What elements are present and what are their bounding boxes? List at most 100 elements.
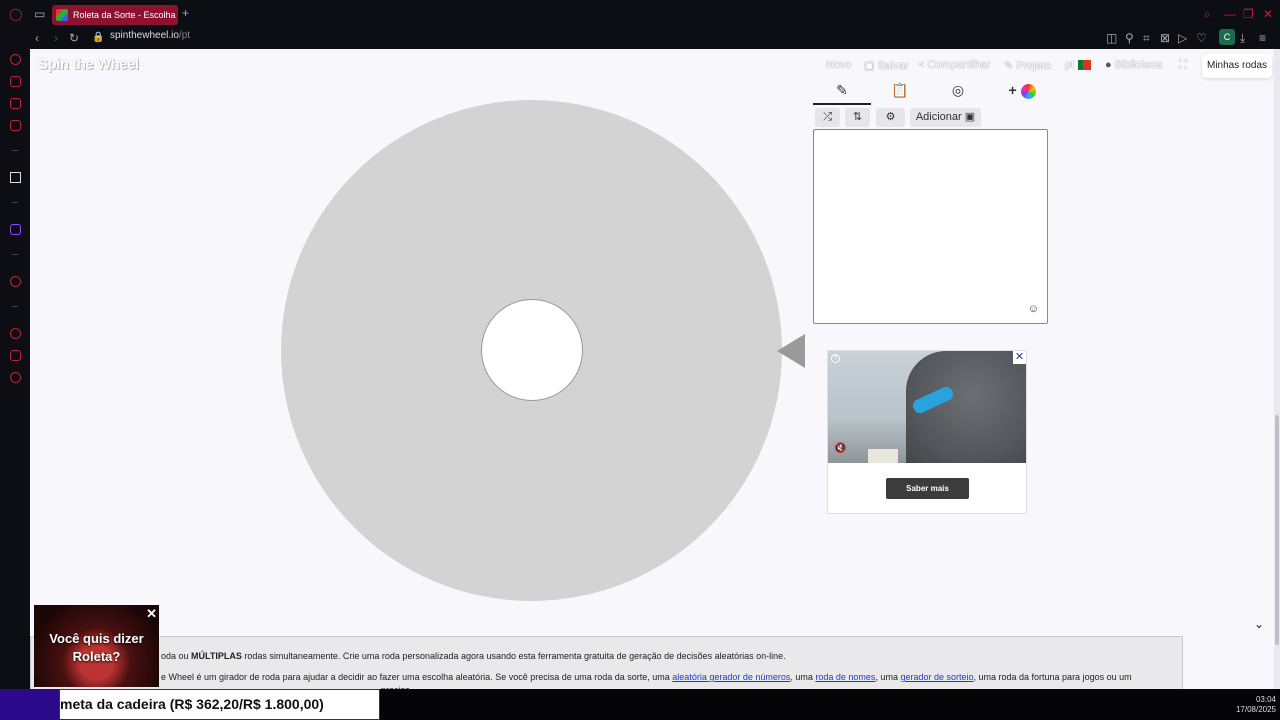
info-text: e Wheel é um girador de roda para ajudar… (161, 672, 673, 682)
tab-manager-icon[interactable]: ▭ (34, 7, 45, 21)
browser-tab-bar: ◯ ▭ Roleta da Sorte - Escolha + ⌕ — ❐ ✕ (0, 0, 1280, 28)
url-host: spinthewheel.io (110, 30, 179, 41)
wheel-center-button[interactable] (481, 299, 583, 401)
arc-icon[interactable] (10, 172, 21, 183)
new-tab-button[interactable]: + (182, 6, 189, 20)
portugal-flag-icon[interactable] (1078, 60, 1091, 70)
site-logo[interactable]: Spin the Wheel (38, 56, 139, 73)
search-icon[interactable]: ⌕ (1204, 7, 1211, 21)
page-scrollbar-thumb[interactable] (1275, 415, 1279, 645)
info-line-1: oda ou MÚLTIPLAS rodas simultaneamente. … (161, 651, 786, 661)
sidebar-toggle-icon[interactable]: ◫ (1106, 31, 1117, 45)
nav-language[interactable]: pt (1065, 59, 1074, 71)
nav-library[interactable]: ● Biblioteca (1105, 59, 1162, 71)
clipboard-icon: 📋 (891, 82, 909, 98)
gx-icon[interactable] (10, 120, 21, 131)
emoji-icon[interactable]: ☺ (1028, 303, 1039, 315)
plus-icon: + (1008, 82, 1017, 98)
sort-button[interactable]: ⇅ (845, 108, 870, 127)
heart-icon[interactable]: ♡ (1196, 31, 1207, 45)
reload-icon[interactable]: ↻ (69, 31, 79, 45)
speed-dial-icon[interactable] (10, 54, 21, 65)
eye-slash-icon: ◎ (951, 82, 965, 98)
tab-title: Roleta da Sorte - Escolha (73, 10, 176, 20)
extensions-icon[interactable] (10, 350, 21, 361)
snapshot-icon[interactable]: ⌗ (1143, 31, 1150, 45)
sidebar-divider (12, 150, 18, 151)
save-icon: ▣ (864, 60, 878, 72)
nav-new[interactable]: Novo (826, 59, 852, 71)
color-wheel-icon (1020, 83, 1036, 99)
ad-learn-more-button[interactable]: Saber mais (886, 478, 969, 499)
mute-icon[interactable]: 🔇 (834, 443, 846, 454)
play-icon[interactable]: ▷ (1178, 31, 1187, 45)
shuffle-button[interactable]: ⤮ (815, 108, 840, 127)
minimize-icon[interactable]: — (1224, 7, 1236, 21)
nav-project[interactable]: ✎ Projeto (1004, 59, 1051, 72)
promo-text-line-2: Roleta? (72, 649, 121, 664)
wheel-pointer (777, 334, 805, 368)
number-generator-link[interactable]: aleatória gerador de números (672, 672, 790, 682)
draw-generator-link[interactable]: gerador de sorteio (900, 672, 973, 682)
tab-hidden[interactable]: ◎ (929, 82, 987, 105)
promo-close-button[interactable]: ✕ (146, 606, 157, 622)
fullscreen-icon[interactable]: ⛶ (1179, 59, 1187, 72)
lock-icon: 🔒 (92, 32, 105, 43)
name-wheel-link[interactable]: roda de nomes (815, 672, 875, 682)
address-bar: ‹ › ↻ 🔒 ◫ ⚲ ⌗ ⊠ ▷ ♡ ⤓ ≡ (0, 28, 1280, 49)
url-text[interactable]: spinthewheel.io/pt (110, 30, 190, 41)
globe-icon: ● (1105, 59, 1115, 71)
nav-save-label: Salvar (877, 60, 909, 72)
nav-save[interactable]: ▣ Salvar (864, 59, 909, 72)
tab-edit[interactable]: ✎ (813, 82, 871, 105)
nav-share[interactable]: < Compartilhar (918, 59, 990, 71)
tab-results[interactable]: 📋 (871, 82, 929, 105)
settings-icon[interactable] (10, 372, 21, 383)
web-page: Spin the Wheel Novo ▣ Salvar < Compartil… (30, 49, 1274, 689)
info-line-2: e Wheel é um girador de roda para ajudar… (161, 672, 1132, 682)
sidebar-divider (12, 202, 18, 203)
ad-image[interactable]: ? 🔇 (828, 351, 1026, 463)
menu-icon[interactable]: ≡ (1259, 31, 1266, 45)
profile-avatar[interactable]: C (1219, 29, 1235, 45)
pencil-icon: ✎ (836, 82, 848, 98)
news-icon[interactable] (10, 98, 21, 109)
clock-time: 03:04 (1255, 695, 1276, 704)
player-icon[interactable] (10, 276, 21, 287)
forward-icon[interactable]: › (54, 31, 58, 45)
url-path: /pt (178, 30, 191, 41)
promo-overlay[interactable]: Você quis dizer Roleta? ✕ (34, 605, 159, 687)
tab-favicon-icon (56, 9, 68, 21)
info-text: , uma (875, 672, 901, 682)
maximize-icon[interactable]: ❐ (1243, 7, 1254, 21)
close-window-icon[interactable]: ✕ (1263, 7, 1273, 21)
back-icon[interactable]: ‹ (35, 31, 39, 45)
wheel-settings-button[interactable]: ⚙ (876, 108, 905, 127)
ad-info-icon[interactable]: ? (831, 354, 840, 363)
opera-logo-icon[interactable]: ◯ (9, 7, 22, 21)
twitch-icon[interactable] (10, 224, 21, 235)
ad-close-button[interactable]: ✕ (1013, 351, 1026, 364)
add-image-button[interactable]: Adicionar ▣ (910, 108, 981, 127)
my-wheels-button[interactable]: Minhas rodas (1202, 54, 1272, 78)
download-icon[interactable]: ⤓ (1240, 31, 1245, 45)
nav-library-label: Biblioteca (1114, 59, 1163, 71)
shopping-icon[interactable] (10, 76, 21, 87)
nav-share-label: Compartilhar (927, 59, 991, 71)
add-color-button[interactable]: + (993, 82, 1051, 105)
advertisement[interactable]: ? 🔇 ✕ Saber mais (827, 350, 1027, 514)
nav-project-label: Projeto (1016, 60, 1052, 72)
entries-textarea[interactable]: ☺ (813, 129, 1048, 324)
browser-tab[interactable]: Roleta da Sorte - Escolha (52, 5, 178, 25)
info-text: oda ou (161, 651, 192, 661)
image-icon: ▣ (964, 111, 976, 123)
info-text: rodas simultaneamente. Crie uma roda per… (241, 651, 786, 661)
info-bold-text: MÚLTIPLAS (191, 651, 242, 661)
pin-icon[interactable]: ⚲ (1125, 31, 1134, 45)
history-icon[interactable] (10, 328, 21, 339)
shield-icon[interactable]: ⊠ (1160, 31, 1170, 45)
chevron-down-icon[interactable]: ⌄ (1254, 617, 1264, 631)
sidebar-divider (12, 254, 18, 255)
clock-date: 17/08/2025 (1235, 705, 1276, 714)
system-clock[interactable]: 03:04 17/08/2025 (1228, 695, 1276, 715)
